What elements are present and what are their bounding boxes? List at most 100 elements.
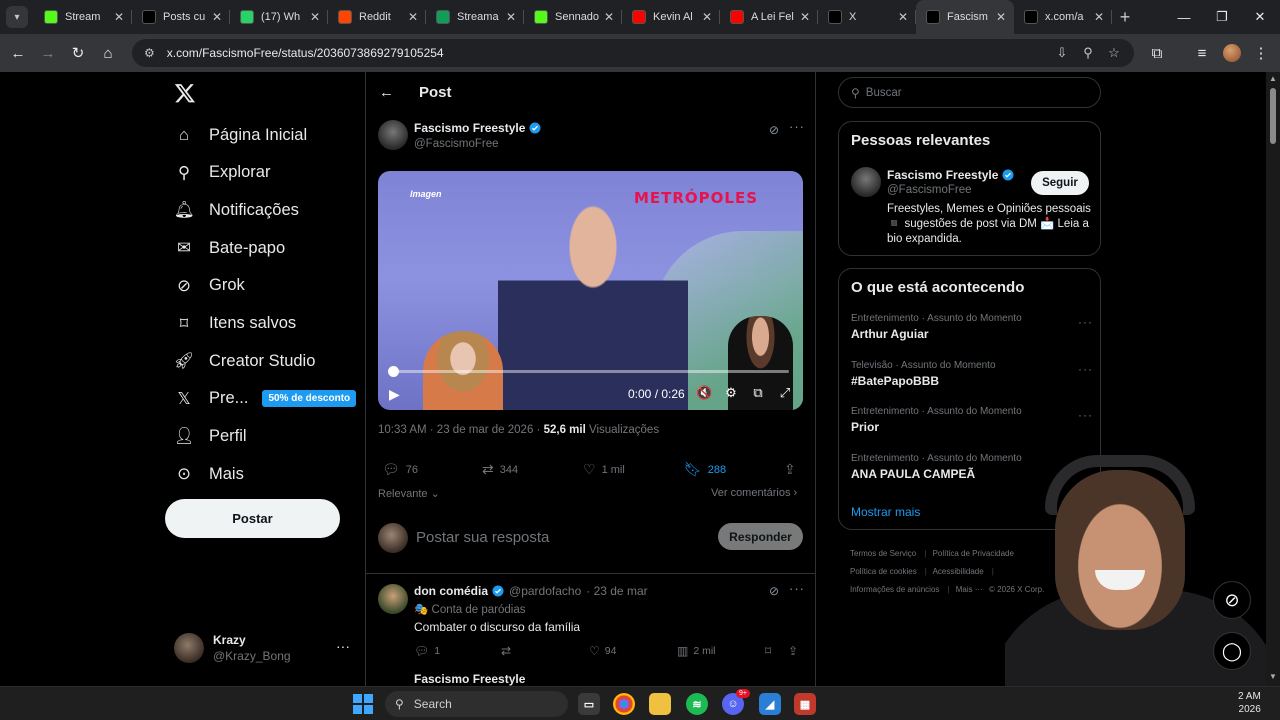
scrollbar-thumb[interactable] xyxy=(1270,88,1276,144)
trend-more-icon[interactable]: ··· xyxy=(1078,362,1093,376)
browser-tab[interactable]: Streama ✕ xyxy=(426,0,524,34)
browser-tab[interactable]: Reddit ✕ xyxy=(328,0,426,34)
bookmark-star-icon[interactable]: ☆ xyxy=(1106,45,1122,61)
play-icon[interactable]: ▶ xyxy=(389,386,400,403)
footer-link[interactable]: Mais ··· xyxy=(956,585,983,594)
sidebar-item-mail[interactable]: ✉ Bate-papo xyxy=(174,233,285,263)
restore-icon[interactable]: ❐ xyxy=(1203,0,1241,34)
grok-explain-icon[interactable]: ⊘ xyxy=(769,584,779,598)
tab-close-icon[interactable]: ✕ xyxy=(898,10,908,24)
browser-menu-icon[interactable]: ⋮ xyxy=(1247,38,1275,68)
trend-item[interactable]: Televisão · Assunto do Momento #BatePapoB… xyxy=(851,360,1093,388)
post-button[interactable]: Postar xyxy=(165,499,340,538)
video-progress-bar[interactable] xyxy=(392,370,789,373)
browser-tab[interactable]: Sennado ✕ xyxy=(524,0,622,34)
back-arrow-icon[interactable]: ← xyxy=(379,84,394,101)
reply-more-icon[interactable]: ··· xyxy=(789,581,805,596)
tab-close-icon[interactable]: ✕ xyxy=(800,10,810,24)
forward-icon[interactable]: → xyxy=(33,38,63,68)
windows-start-icon[interactable] xyxy=(353,694,373,714)
reply-like-button[interactable]: ♡ 94 xyxy=(589,644,616,658)
task-view-icon[interactable]: ▭ xyxy=(578,693,600,715)
tab-close-icon[interactable]: ✕ xyxy=(702,10,712,24)
account-more-icon[interactable]: ··· xyxy=(336,638,350,654)
person-handle[interactable]: @FascismoFree xyxy=(887,184,972,196)
browser-tab[interactable]: (17) Wh ✕ xyxy=(230,0,328,34)
bookmark-button[interactable]: 🔖︎ 288 xyxy=(684,461,726,478)
tab-close-icon[interactable]: ✕ xyxy=(506,10,516,24)
post-more-icon[interactable]: ··· xyxy=(789,119,805,134)
browser-tab[interactable]: x.com/a ✕ xyxy=(1014,0,1112,34)
person-avatar[interactable] xyxy=(851,167,881,197)
system-clock[interactable]: 2 AM 2026 xyxy=(1238,690,1261,716)
volume-muted-icon[interactable]: 🔇 xyxy=(696,385,712,401)
tab-close-icon[interactable]: ✕ xyxy=(1094,10,1104,24)
reply-bookmark-button[interactable]: ⌑ xyxy=(765,644,776,658)
premium-discount-badge[interactable]: 50% de desconto xyxy=(262,390,357,408)
post-timestamp[interactable]: 10:33 AM · 23 de mar de 2026 · xyxy=(378,424,544,436)
browser-tab[interactable]: X ✕ xyxy=(818,0,916,34)
reply-author-handle[interactable]: @pardofacho xyxy=(509,584,581,598)
reply-date[interactable]: · 23 de mar xyxy=(586,584,647,598)
reply-author-avatar[interactable] xyxy=(378,584,408,614)
author-handle[interactable]: @FascismoFree xyxy=(414,138,541,150)
x-logo-icon[interactable] xyxy=(174,82,196,104)
next-reply-author[interactable]: Fascismo Freestyle xyxy=(414,672,525,686)
author-name[interactable]: Fascismo Freestyle xyxy=(414,121,525,135)
footer-link[interactable]: Informações de anúncios xyxy=(850,585,939,594)
sidebar-item-person[interactable]: 👤︎ Perfil xyxy=(174,422,247,452)
sidebar-item-bookmark[interactable]: ⌑ Itens salvos xyxy=(174,309,296,339)
browser-tab[interactable]: Stream ✕ xyxy=(34,0,132,34)
tab-close-icon[interactable]: ✕ xyxy=(114,10,124,24)
browser-tab[interactable]: A Lei Fel ✕ xyxy=(720,0,818,34)
sidebar-item-bell[interactable]: 🔔︎ Notificações xyxy=(174,195,299,225)
tab-search-button[interactable]: ▾ xyxy=(6,6,28,28)
browser-tab[interactable]: Posts cu ✕ xyxy=(132,0,230,34)
reply-submit-button[interactable]: Responder xyxy=(718,523,803,550)
reply-repost-button[interactable]: ⇄ xyxy=(501,644,516,658)
reply-input[interactable]: Postar sua resposta xyxy=(416,529,549,546)
author-avatar[interactable] xyxy=(378,120,408,150)
grok-fab-icon[interactable]: ⊘ xyxy=(1213,581,1251,619)
tab-close-icon[interactable]: ✕ xyxy=(408,10,418,24)
trend-more-icon[interactable]: ··· xyxy=(1078,315,1093,329)
reply-reply-button[interactable]: 💬︎ 1 xyxy=(414,644,440,658)
app-icon[interactable]: ▦ xyxy=(794,693,816,715)
picture-in-picture-icon[interactable]: ⧉ xyxy=(750,385,766,401)
new-tab-button[interactable]: + xyxy=(1112,7,1138,28)
media-controls-icon[interactable]: ≡ xyxy=(1188,38,1216,68)
reload-icon[interactable]: ↻ xyxy=(63,38,93,68)
tab-close-icon[interactable]: ✕ xyxy=(996,10,1006,24)
scroll-up-icon[interactable]: ▲ xyxy=(1269,74,1277,83)
zoom-icon[interactable]: ⚲ xyxy=(1080,45,1096,61)
trend-item[interactable]: Entretenimento · Assunto do Momento Arthu… xyxy=(851,313,1093,341)
reply-post[interactable]: don comédia @pardofacho · 23 de mar ⊘ ··… xyxy=(366,574,815,674)
tab-close-icon[interactable]: ✕ xyxy=(604,10,614,24)
footer-link[interactable]: Política de cookies xyxy=(850,567,917,576)
back-icon[interactable]: ← xyxy=(3,38,33,68)
tab-close-icon[interactable]: ✕ xyxy=(212,10,222,24)
sidebar-item-search[interactable]: ⚲ Explorar xyxy=(174,158,271,188)
account-switcher[interactable]: Krazy @Krazy_Bong ··· xyxy=(174,632,352,664)
sidebar-item-grok[interactable]: ⊘ Grok xyxy=(174,271,245,301)
spotify-icon[interactable]: ≋ xyxy=(686,693,708,715)
like-button[interactable]: ♡ 1 mil xyxy=(583,461,625,478)
repost-button[interactable]: ⇄ 344 xyxy=(482,461,518,478)
tab-close-icon[interactable]: ✕ xyxy=(310,10,320,24)
home-page-icon[interactable]: ⌂ xyxy=(93,38,123,68)
fullscreen-icon[interactable]: ⤢ xyxy=(777,385,793,401)
page-scrollbar[interactable]: ▲ ▼ xyxy=(1266,72,1280,686)
browser-tab[interactable]: Kevin Al ✕ xyxy=(622,0,720,34)
browser-tab[interactable]: Fascism ✕ xyxy=(916,0,1014,34)
site-info-icon[interactable]: ⚙ xyxy=(144,46,155,60)
sidebar-item-rocket[interactable]: 🚀︎ Creator Studio xyxy=(174,346,316,376)
scroll-down-icon[interactable]: ▼ xyxy=(1269,672,1277,681)
reply-author-name[interactable]: don comédia xyxy=(414,584,488,598)
chrome-icon[interactable] xyxy=(613,693,635,715)
extensions-icon[interactable]: ⧉ xyxy=(1143,38,1171,68)
trend-more-icon[interactable]: ··· xyxy=(1078,408,1093,422)
post-author[interactable]: Fascismo Freestyle @FascismoFree xyxy=(378,120,541,150)
follow-button[interactable]: Seguir xyxy=(1031,171,1089,195)
trend-item[interactable]: Entretenimento · Assunto do Momento Prior… xyxy=(851,406,1093,434)
taskbar-search[interactable]: ⚲ Search xyxy=(385,691,568,717)
